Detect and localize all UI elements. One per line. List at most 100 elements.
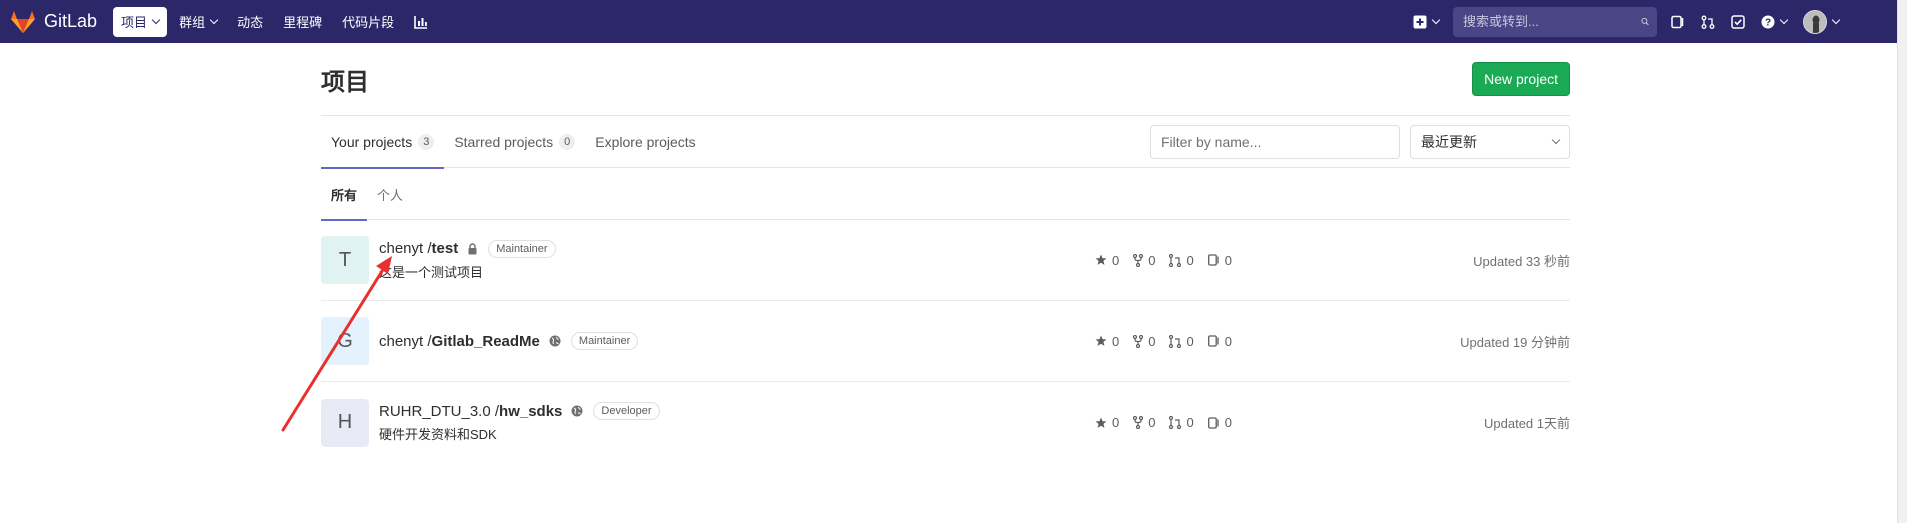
project-namespace[interactable]: chenyt / — [379, 240, 432, 257]
new-project-button[interactable]: New project — [1472, 62, 1570, 96]
project-name-link[interactable]: Gitlab_ReadMe — [432, 333, 540, 350]
issues-count[interactable]: 0 — [1207, 334, 1232, 349]
issues-icon — [1207, 254, 1219, 266]
global-search[interactable] — [1453, 6, 1657, 37]
merge-requests-count[interactable]: 0 — [1169, 415, 1194, 430]
project-namespace[interactable]: chenyt / — [379, 333, 432, 350]
nav-right: ? — [1405, 0, 1847, 43]
project-stats: 0 0 0 0 — [1095, 334, 1246, 349]
stat-value: 0 — [1224, 252, 1232, 268]
project-stats: 0 0 0 0 — [1095, 253, 1246, 268]
project-list: T chenyt / test Maintainer 这是一个测试项目 0 0 … — [321, 220, 1570, 463]
project-row: G chenyt / Gitlab_ReadMe Maintainer 0 0 … — [321, 301, 1570, 382]
nav-activity[interactable]: 动态 — [229, 7, 271, 37]
fork-icon — [1133, 334, 1144, 348]
project-tabs: Your projects 3 Starred projects 0 Explo… — [321, 116, 706, 169]
page-title: 项目 — [321, 68, 369, 96]
issues-nav-button[interactable] — [1663, 7, 1693, 37]
globe-icon — [549, 335, 561, 347]
todo-check-icon — [1731, 14, 1745, 29]
nav-milestones[interactable]: 里程碑 — [275, 7, 330, 37]
star-icon — [1095, 417, 1107, 428]
tab-label: Explore projects — [595, 133, 696, 150]
globe-icon — [571, 405, 583, 417]
sidebar-icon — [1671, 15, 1684, 28]
merge-requests-count[interactable]: 0 — [1169, 253, 1194, 268]
issues-icon — [1207, 416, 1219, 429]
issues-icon — [1207, 335, 1219, 347]
role-badge: Maintainer — [488, 239, 556, 258]
project-name-link[interactable]: test — [432, 240, 459, 257]
merge-requests-count[interactable]: 0 — [1169, 333, 1194, 349]
updated-time: Updated 33 秒前 — [1473, 253, 1570, 269]
merge-request-icon — [1169, 416, 1182, 429]
stat-value: 0 — [1148, 333, 1156, 349]
chevron-down-icon — [1431, 15, 1441, 25]
todos-nav-button[interactable] — [1723, 7, 1753, 37]
help-dropdown-button[interactable]: ? — [1753, 7, 1795, 37]
svg-text:?: ? — [1765, 17, 1771, 28]
subtab-all[interactable]: 所有 — [321, 168, 368, 221]
page-scrollbar[interactable] — [1897, 0, 1907, 523]
nav-projects-label: 项目 — [121, 15, 148, 30]
stat-value: 0 — [1112, 333, 1120, 349]
project-info: chenyt / Gitlab_ReadMe Maintainer — [379, 332, 1570, 350]
project-row: H RUHR_DTU_3.0 / hw_sdks Developer 硬件开发资… — [321, 382, 1570, 463]
project-namespace[interactable]: RUHR_DTU_3.0 / — [379, 403, 499, 420]
chevron-down-icon — [1779, 15, 1789, 25]
project-description: 硬件开发资料和SDK — [379, 427, 497, 442]
chevron-down-icon — [1831, 15, 1841, 25]
stars-count[interactable]: 0 — [1095, 253, 1119, 268]
count-badge: 3 — [418, 133, 435, 150]
nav-projects[interactable]: 项目 — [113, 6, 168, 37]
issues-count[interactable]: 0 — [1207, 252, 1232, 268]
nav-snippets-label: 代码片段 — [342, 15, 395, 30]
filters: 最近更新 — [1150, 124, 1570, 159]
forks-count[interactable]: 0 — [1133, 253, 1155, 268]
merge-request-icon — [1701, 15, 1715, 29]
tab-label: Starred projects — [454, 133, 554, 150]
main-nav: 项目 群组 动态 里程碑 代码片段 — [113, 6, 440, 37]
merge-request-icon — [1169, 253, 1182, 267]
stars-count[interactable]: 0 — [1095, 415, 1119, 430]
forks-count[interactable]: 0 — [1133, 415, 1155, 430]
user-menu-button[interactable] — [1795, 7, 1847, 37]
subtab-personal[interactable]: 个人 — [367, 168, 413, 220]
chevron-down-icon — [1551, 135, 1561, 145]
stars-count[interactable]: 0 — [1095, 334, 1119, 349]
help-circle-icon: ? — [1761, 15, 1775, 28]
chart-icon — [414, 15, 428, 29]
nav-activity-label: 动态 — [237, 15, 264, 30]
gitlab-home-link[interactable]: GitLab — [10, 0, 97, 43]
updated-time: Updated 19 分钟前 — [1460, 334, 1570, 350]
filter-by-name-input[interactable] — [1150, 124, 1400, 159]
issues-count[interactable]: 0 — [1207, 415, 1232, 430]
lock-icon — [467, 242, 478, 255]
forks-count[interactable]: 0 — [1133, 334, 1155, 349]
project-title-line: chenyt / test Maintainer — [379, 239, 1570, 258]
tab-explore-projects[interactable]: Explore projects — [585, 116, 705, 168]
top-navbar: GitLab 项目 群组 动态 里程碑 代码片段 搜索或转到... ? — [0, 0, 1897, 43]
project-name-link[interactable]: hw_sdks — [499, 403, 562, 420]
tab-your-projects[interactable]: Your projects 3 — [321, 116, 445, 169]
project-stats: 0 0 0 0 — [1095, 415, 1246, 430]
nav-milestones-label: 里程碑 — [283, 15, 323, 30]
tab-starred-projects[interactable]: Starred projects 0 — [444, 116, 585, 168]
search-input[interactable] — [1461, 13, 1641, 30]
nav-groups[interactable]: 群组 — [171, 7, 225, 37]
stat-value: 0 — [1186, 333, 1194, 349]
new-dropdown-button[interactable] — [1405, 7, 1447, 37]
project-avatar[interactable]: T — [321, 236, 369, 284]
project-avatar[interactable]: H — [321, 398, 369, 447]
role-badge: Developer — [593, 402, 660, 420]
sort-dropdown[interactable]: 最近更新 — [1410, 124, 1570, 159]
project-title-line: RUHR_DTU_3.0 / hw_sdks Developer — [379, 402, 1570, 420]
nav-analytics[interactable] — [406, 7, 436, 37]
project-avatar[interactable]: G — [321, 317, 369, 365]
nav-snippets[interactable]: 代码片段 — [334, 7, 402, 37]
tab-label: Your projects — [331, 133, 413, 150]
sort-value: 最近更新 — [1421, 133, 1477, 150]
project-title-line: chenyt / Gitlab_ReadMe Maintainer — [379, 332, 1570, 350]
ownership-subtabs: 所有 个人 — [321, 168, 1570, 221]
merge-requests-nav-button[interactable] — [1693, 7, 1723, 37]
